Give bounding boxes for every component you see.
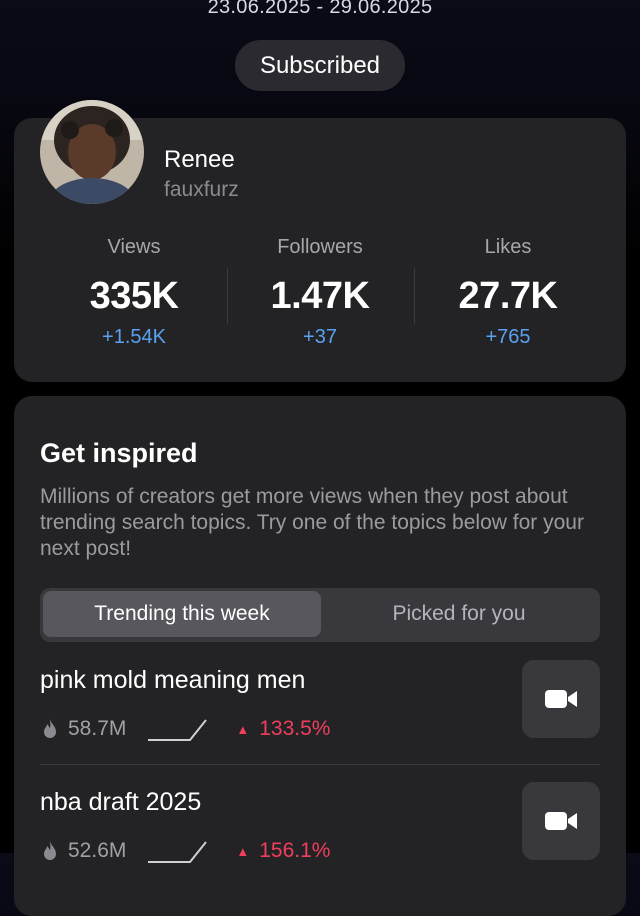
tab-picked-for-you[interactable]: Picked for you [320,591,598,637]
stat-followers[interactable]: Followers 1.47K +37 [220,236,420,349]
stat-likes[interactable]: Likes 27.7K +765 [408,236,608,349]
search-count: 52.6M [68,839,127,862]
trend-topic-title: nba draft 2025 [40,788,202,816]
stat-label: Views [107,236,161,258]
stat-label: Likes [484,236,532,258]
stat-value: 27.7K [458,275,558,317]
create-video-button[interactable] [522,782,600,860]
create-video-button[interactable] [522,660,600,738]
tab-trending-this-week[interactable]: Trending this week [43,591,321,637]
trend-sparkline-icon [148,719,208,741]
flame-icon [44,719,56,738]
triangle-up-icon: ▲ [236,843,250,859]
trend-change: ▲ 156.1% [236,839,330,863]
stat-delta: +765 [485,326,531,348]
subscribed-button[interactable]: Subscribed [235,40,405,91]
trend-change-value: 133.5% [259,717,331,740]
stat-views[interactable]: Views 335K +1.54K [34,236,234,349]
trend-change: ▲ 133.5% [236,717,330,741]
triangle-up-icon: ▲ [236,721,250,737]
date-range: 23.06.2025 - 29.06.2025 [207,0,433,18]
profile-handle: fauxfurz [164,178,239,201]
trend-topic-title: pink mold meaning men [40,666,306,694]
stat-label: Followers [277,236,363,258]
stat-value: 1.47K [270,275,370,317]
trend-sparkline-icon [148,841,208,863]
video-camera-icon [545,690,577,708]
get-inspired-card: Get inspired Millions of creators get mo… [14,396,626,916]
avatar[interactable] [40,100,144,204]
stat-value: 335K [89,275,179,317]
trend-topic-meta: 52.6M ▲ 156.1% [40,836,330,866]
section-title: Get inspired [40,438,198,468]
search-count: 58.7M [68,717,127,740]
stat-delta: +37 [303,326,337,348]
row-divider [40,764,600,765]
flame-icon [44,841,56,860]
stat-delta: +1.54K [102,326,166,348]
video-camera-icon [545,812,577,830]
profile-name: Renee [164,146,235,173]
topic-tabs: Trending this week Picked for you [40,588,600,642]
section-description: Millions of creators get more views when… [40,485,584,560]
trend-topic-meta: 58.7M ▲ 133.5% [40,714,330,744]
profile-card: Renee fauxfurz Views 335K +1.54K Followe… [14,100,626,382]
trend-change-value: 156.1% [259,839,331,862]
